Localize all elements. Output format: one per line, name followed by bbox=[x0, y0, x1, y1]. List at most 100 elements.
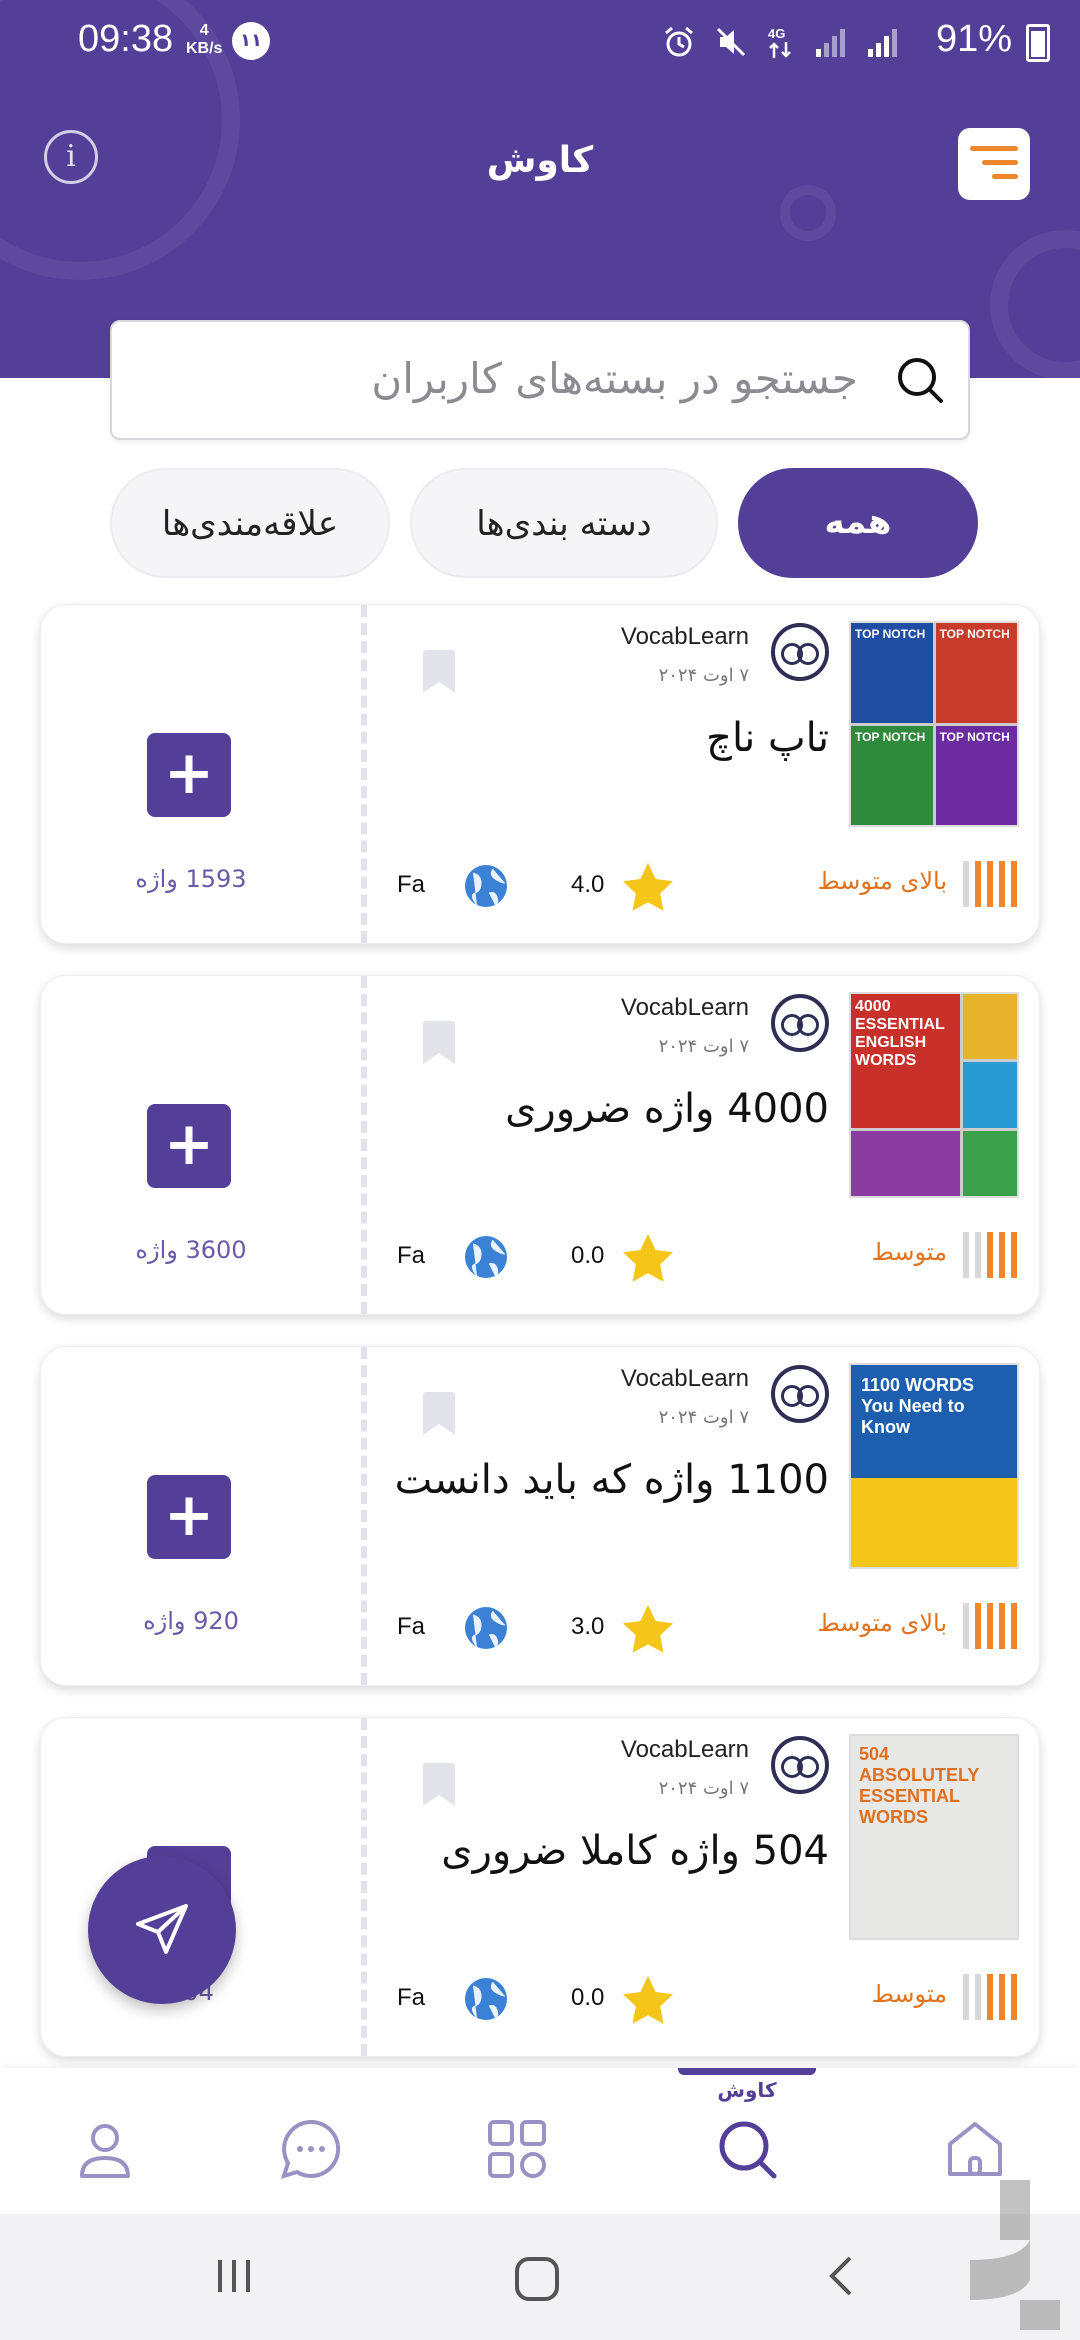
grid-icon[interactable] bbox=[482, 2114, 552, 2184]
network-speed-unit: KB/s bbox=[186, 40, 223, 57]
publish-date: ۷ اوت ۲۰۲۴ bbox=[658, 1036, 749, 1057]
back-icon[interactable] bbox=[820, 2254, 864, 2298]
system-nav-bar bbox=[0, 2214, 1080, 2340]
menu-icon-line bbox=[970, 146, 1018, 151]
package-title: 4000 واژه ضروری bbox=[505, 1086, 829, 1132]
rating-value: 3.0 bbox=[571, 1613, 605, 1640]
send-button[interactable] bbox=[88, 1856, 236, 2004]
globe-icon bbox=[465, 1978, 507, 2020]
word-count: 1593 واژه bbox=[135, 865, 247, 893]
package-title: 1100 واژه که باید دانست bbox=[394, 1457, 829, 1503]
card-divider bbox=[361, 1347, 367, 1685]
author-name: VocabLearn bbox=[620, 994, 749, 1021]
bookmark-icon[interactable] bbox=[421, 1020, 457, 1066]
info-icon[interactable]: i bbox=[44, 130, 98, 184]
cover-tile: TOP NOTCH bbox=[851, 623, 933, 723]
level-label: متوسط bbox=[871, 1238, 947, 1266]
signal-icon bbox=[816, 29, 845, 57]
level-icon bbox=[963, 861, 1017, 907]
word-count: 920 واژه bbox=[143, 1607, 239, 1635]
star-icon bbox=[623, 1605, 673, 1653]
bookmark-icon[interactable] bbox=[421, 649, 457, 695]
svg-text:4G: 4G bbox=[768, 26, 785, 41]
cover-tile: TOP NOTCH bbox=[935, 725, 1017, 825]
language: Fa bbox=[397, 1984, 426, 2011]
language: Fa bbox=[397, 1242, 426, 1269]
star-icon bbox=[623, 1234, 673, 1282]
menu-icon-line bbox=[992, 174, 1018, 179]
level-label: بالای متوسط bbox=[817, 1609, 947, 1637]
author-avatar bbox=[771, 1736, 829, 1794]
cover-tile: TOP NOTCH bbox=[935, 623, 1017, 723]
globe-icon bbox=[465, 865, 507, 907]
author-name: VocabLearn bbox=[620, 1736, 749, 1763]
cover-tile: TOP NOTCH bbox=[851, 725, 933, 825]
cover-tile bbox=[962, 1130, 1017, 1196]
status-time: 09:38 bbox=[78, 18, 174, 60]
menu-button[interactable] bbox=[958, 128, 1030, 200]
filter-favorites[interactable]: علاقه‌مندی‌ها bbox=[110, 468, 390, 578]
card-divider bbox=[361, 605, 367, 943]
language: Fa bbox=[397, 871, 426, 898]
network-speed: 4 KB/s bbox=[186, 22, 222, 58]
cover-tile: 4000 ESSENTIAL ENGLISH WORDS bbox=[851, 994, 960, 1128]
filter-categories[interactable]: دسته بندی‌ها bbox=[410, 468, 718, 578]
page-title: کاوش bbox=[486, 140, 594, 181]
bottom-nav: کاوش bbox=[0, 2068, 1080, 2214]
status-icons: 4G bbox=[662, 22, 900, 62]
add-button[interactable]: + bbox=[147, 1475, 231, 1559]
mute-icon bbox=[716, 27, 746, 57]
notification-badge: ۱۱ bbox=[232, 22, 270, 60]
globe-icon bbox=[465, 1607, 507, 1649]
profile-icon[interactable] bbox=[70, 2114, 140, 2184]
book-cover: TOP NOTCH TOP NOTCH TOP NOTCH TOP NOTCH bbox=[849, 621, 1019, 827]
cover-tile bbox=[962, 994, 1017, 1060]
add-button[interactable]: + bbox=[147, 733, 231, 817]
package-card[interactable]: + 1593 واژه TOP NOTCH TOP NOTCH TOP NOTC… bbox=[40, 604, 1040, 944]
package-title: تاپ ناچ bbox=[706, 715, 829, 761]
package-card[interactable]: + 3600 واژه 4000 ESSENTIAL ENGLISH WORDS… bbox=[40, 975, 1040, 1315]
card-divider bbox=[361, 1718, 367, 2056]
nav-active-indicator bbox=[678, 2068, 816, 2075]
rating-value: 0.0 bbox=[571, 1984, 605, 2011]
cover-tile bbox=[851, 1130, 960, 1196]
nav-active-label: کاوش bbox=[717, 2078, 777, 2102]
home-button-icon[interactable] bbox=[512, 2254, 562, 2304]
publish-date: ۷ اوت ۲۰۲۴ bbox=[658, 1778, 749, 1799]
author-avatar bbox=[771, 623, 829, 681]
search-input[interactable]: جستجو در بسته‌های کاربران bbox=[110, 320, 970, 440]
book-cover: 504 ABSOLUTELY ESSENTIAL WORDS bbox=[849, 1734, 1019, 1940]
signal-icon bbox=[868, 29, 897, 57]
search-icon[interactable] bbox=[712, 2114, 782, 2184]
decor-circle bbox=[780, 185, 836, 241]
battery-icon bbox=[1026, 24, 1050, 62]
add-button[interactable]: + bbox=[147, 1104, 231, 1188]
author-name: VocabLearn bbox=[620, 1365, 749, 1392]
publish-date: ۷ اوت ۲۰۲۴ bbox=[658, 1407, 749, 1428]
book-cover: 4000 ESSENTIAL ENGLISH WORDS bbox=[849, 992, 1019, 1198]
search-icon bbox=[898, 358, 943, 403]
package-card[interactable]: + 920 واژه 1100 WORDS You Need to Know V… bbox=[40, 1346, 1040, 1686]
battery-level: 91% bbox=[935, 18, 1012, 60]
star-icon bbox=[623, 863, 673, 911]
recents-icon[interactable] bbox=[212, 2254, 256, 2298]
menu-icon-line bbox=[982, 160, 1018, 165]
globe-icon bbox=[465, 1236, 507, 1278]
filter-all[interactable]: همه bbox=[738, 468, 978, 578]
author-avatar bbox=[771, 1365, 829, 1423]
author-name: VocabLearn bbox=[620, 623, 749, 650]
alarm-icon bbox=[665, 26, 693, 57]
status-bar: 09:38 4 KB/s ۱۱ 4G 91% bbox=[0, 0, 1080, 90]
decor-circle bbox=[990, 230, 1080, 378]
bookmark-icon[interactable] bbox=[421, 1762, 457, 1808]
bookmark-icon[interactable] bbox=[421, 1391, 457, 1437]
language: Fa bbox=[397, 1613, 426, 1640]
chat-icon[interactable] bbox=[276, 2114, 346, 2184]
cover-text: 504 ABSOLUTELY ESSENTIAL WORDS bbox=[859, 1744, 980, 1827]
card-divider bbox=[361, 976, 367, 1314]
rating-value: 4.0 bbox=[571, 871, 605, 898]
level-label: متوسط bbox=[871, 1980, 947, 2008]
search-placeholder: جستجو در بسته‌های کاربران bbox=[371, 354, 858, 403]
package-title: 504 واژه کاملا ضروری bbox=[441, 1828, 829, 1874]
level-label: بالای متوسط bbox=[817, 867, 947, 895]
